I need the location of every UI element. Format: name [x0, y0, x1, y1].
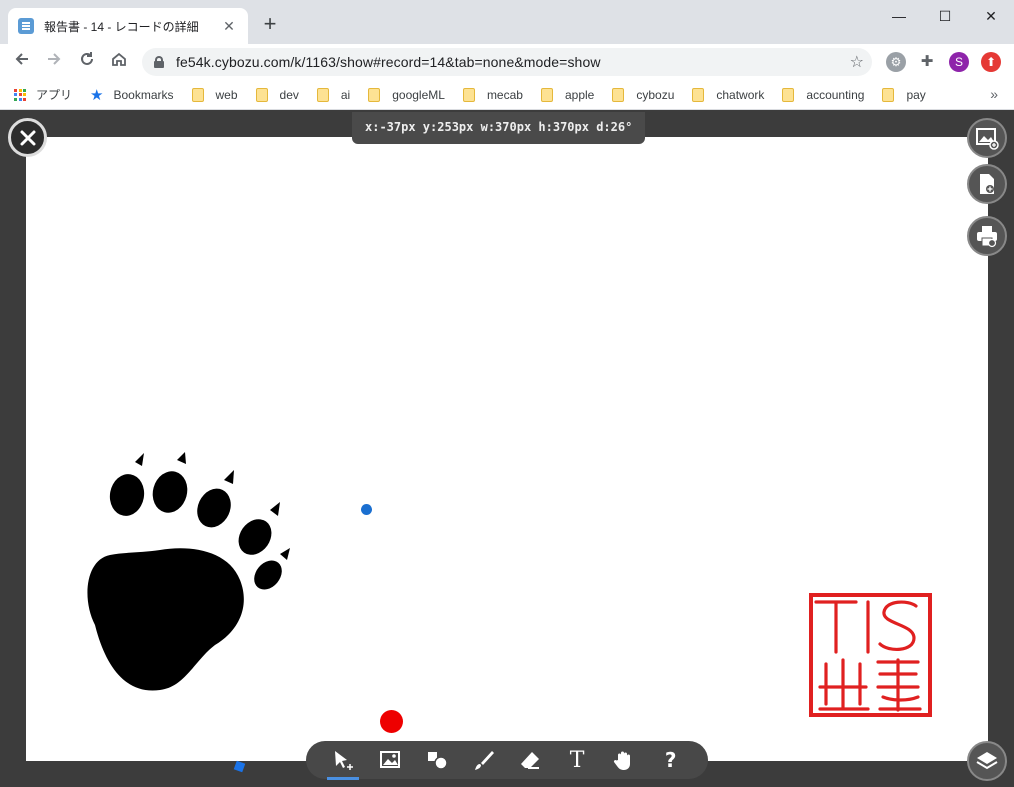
- select-tool[interactable]: [325, 742, 361, 780]
- eraser-tool[interactable]: [512, 742, 548, 778]
- close-icon: [20, 130, 35, 145]
- kintone-favicon-icon: [18, 18, 34, 34]
- print-button[interactable]: [967, 216, 1007, 256]
- browser-titlebar: 報告書 - 14 - レコードの詳細 ✕ + — ☐ ✕: [0, 0, 1014, 44]
- bookmark-apps[interactable]: アプリ: [14, 86, 72, 103]
- layers-icon: [976, 752, 998, 770]
- tis-seal-stamp[interactable]: [808, 592, 933, 718]
- folder-icon: [368, 87, 381, 102]
- bookmark-folder[interactable]: mecab: [462, 87, 523, 102]
- shapes-icon: [427, 752, 448, 770]
- add-image-icon: [976, 128, 999, 150]
- bookmark-folder[interactable]: web: [191, 87, 238, 102]
- close-editor-button[interactable]: [8, 118, 47, 157]
- help-tool[interactable]: ?: [653, 742, 689, 778]
- maximize-button[interactable]: ☐: [922, 4, 968, 28]
- bear-paw-stamp[interactable]: [80, 450, 300, 700]
- bookmark-label: web: [215, 87, 238, 102]
- bookmark-folder[interactable]: accounting: [782, 87, 865, 102]
- extensions-puzzle-icon[interactable]: ✚: [917, 52, 937, 72]
- home-button[interactable]: [107, 50, 131, 74]
- bookmark-item[interactable]: ★ Bookmarks: [90, 86, 173, 104]
- folder-icon: [316, 87, 329, 102]
- folder-icon: [882, 87, 895, 102]
- bookmark-label: pay: [906, 87, 926, 102]
- bookmark-folder[interactable]: pay: [882, 87, 926, 102]
- add-image-button[interactable]: [967, 118, 1007, 158]
- layers-button[interactable]: [967, 741, 1007, 781]
- url-text: fe54k.cybozu.com/k/1163/show#record=14&t…: [176, 54, 601, 70]
- coordinate-readout: x:-37px y:253px w:370px h:370px d:26°: [352, 112, 646, 144]
- bookmark-star-icon[interactable]: ☆: [850, 52, 864, 72]
- pen-tool[interactable]: [466, 742, 502, 778]
- folder-icon: [692, 87, 705, 102]
- settings-gear-icon[interactable]: ⚙: [886, 52, 906, 72]
- browser-toolbar: fe54k.cybozu.com/k/1163/show#record=14&t…: [0, 44, 1014, 80]
- add-file-icon: [980, 174, 994, 194]
- bookmark-label: chatwork: [716, 87, 765, 102]
- rotation-handle[interactable]: [361, 504, 372, 515]
- reload-button[interactable]: [75, 50, 99, 74]
- hand-icon: [613, 751, 630, 770]
- tab-title: 報告書 - 14 - レコードの詳細: [44, 19, 199, 34]
- bookmark-folder[interactable]: chatwork: [692, 87, 765, 102]
- image-icon: [380, 751, 401, 768]
- new-tab-button[interactable]: +: [258, 13, 282, 37]
- eraser-icon: [521, 752, 540, 769]
- bookmarks-overflow-icon[interactable]: »: [990, 86, 998, 102]
- bookmark-folder[interactable]: ai: [316, 87, 351, 102]
- folder-icon: [612, 87, 625, 102]
- bookmark-folder[interactable]: apple: [540, 87, 595, 102]
- folder-icon: [540, 87, 553, 102]
- arrow-right-icon: [48, 53, 61, 65]
- bookmark-folder[interactable]: googleML: [368, 87, 445, 102]
- folder-icon: [191, 87, 204, 102]
- bookmark-label: ai: [340, 87, 351, 102]
- text-icon: T: [569, 747, 585, 773]
- editor-toolbar: T ?: [306, 741, 708, 780]
- hand-tool[interactable]: [606, 742, 642, 778]
- bookmark-label: アプリ: [36, 88, 73, 102]
- folder-icon: [782, 87, 795, 102]
- image-tool[interactable]: [372, 742, 408, 778]
- home-icon: [112, 52, 126, 66]
- extension-arrow-icon[interactable]: ⬆: [981, 52, 1001, 72]
- bookmark-label: accounting: [806, 87, 865, 102]
- red-marker[interactable]: [380, 710, 403, 733]
- reload-icon: [81, 52, 93, 65]
- brush-icon: [474, 751, 494, 770]
- address-bar[interactable]: fe54k.cybozu.com/k/1163/show#record=14&t…: [142, 48, 872, 76]
- bookmark-label: Bookmarks: [113, 87, 174, 102]
- bookmark-label: apple: [564, 87, 595, 102]
- minimize-button[interactable]: —: [876, 4, 922, 28]
- bookmark-folder[interactable]: dev: [255, 87, 299, 102]
- close-window-button[interactable]: ✕: [968, 4, 1014, 28]
- bookmark-label: mecab: [486, 87, 523, 102]
- help-icon: ?: [664, 748, 677, 772]
- forward-button[interactable]: [42, 50, 66, 74]
- apps-grid-icon: [14, 88, 26, 101]
- bookmark-label: cybozu: [636, 87, 675, 102]
- bookmarks-bar: アプリ ★ Bookmarks web dev ai googleML meca…: [0, 80, 1014, 110]
- profile-avatar[interactable]: S: [949, 52, 969, 72]
- back-button[interactable]: [10, 50, 34, 74]
- folder-icon: [462, 87, 475, 102]
- bookmark-folder[interactable]: cybozu: [612, 87, 675, 102]
- folder-icon: [255, 87, 268, 102]
- cursor-icon: [335, 751, 354, 770]
- bookmark-label: googleML: [392, 87, 445, 102]
- lock-icon: [154, 56, 164, 68]
- bookmark-label: dev: [279, 87, 299, 102]
- print-icon: [977, 226, 997, 248]
- text-tool[interactable]: T: [559, 742, 595, 778]
- shape-tool[interactable]: [419, 742, 455, 778]
- add-file-button[interactable]: [967, 164, 1007, 204]
- tab-close-icon[interactable]: ✕: [220, 17, 238, 35]
- browser-tab[interactable]: 報告書 - 14 - レコードの詳細 ✕: [8, 8, 248, 44]
- arrow-left-icon: [15, 53, 28, 65]
- star-icon: ★: [90, 86, 104, 104]
